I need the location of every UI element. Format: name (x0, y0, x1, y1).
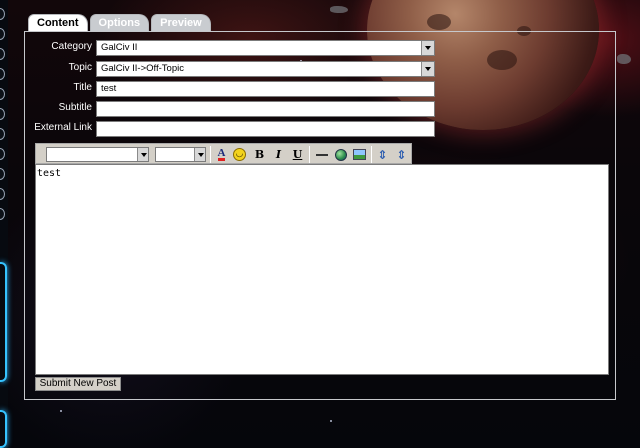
horizontal-rule-button[interactable] (313, 146, 330, 163)
category-label: Category (51, 41, 92, 52)
category-row: Category GalCiv II (25, 40, 615, 56)
chevron-down-icon[interactable] (421, 62, 434, 76)
title-input[interactable]: test (96, 81, 435, 97)
category-value: GalCiv II (101, 42, 138, 53)
font-color-button[interactable]: A (213, 146, 230, 163)
external-link-row: External Link (25, 121, 615, 137)
insert-link-button[interactable] (332, 146, 349, 163)
horizontal-rule-icon (315, 153, 328, 156)
smiley-button[interactable]: ◡ (231, 146, 248, 163)
underline-button[interactable]: U (289, 146, 306, 163)
smiley-icon: ◡ (233, 148, 246, 161)
bold-icon: B (254, 148, 265, 161)
post-form-panel: Category GalCiv II Topic GalCiv II->Off-… (24, 31, 616, 400)
tab-options[interactable]: Options (89, 14, 150, 31)
topic-select[interactable]: GalCiv II->Off-Topic (96, 61, 435, 77)
tab-content[interactable]: Content (28, 14, 88, 31)
subtitle-input[interactable] (96, 101, 435, 117)
topic-label: Topic (68, 62, 92, 73)
subtitle-row: Subtitle (25, 101, 615, 117)
editor-text: test (37, 168, 62, 179)
italic-icon: I (275, 148, 282, 161)
chevron-down-icon[interactable] (194, 148, 205, 161)
font-family-select[interactable] (46, 147, 149, 162)
title-row: Title test (25, 81, 615, 97)
tab-preview[interactable]: Preview (151, 14, 211, 31)
collapse-editor-button[interactable]: ⇕ (393, 146, 410, 163)
image-icon (353, 149, 366, 160)
left-sidebar-rail (0, 0, 8, 448)
topic-row: Topic GalCiv II->Off-Topic (25, 61, 615, 77)
italic-button[interactable]: I (270, 146, 287, 163)
insert-image-button[interactable] (351, 146, 368, 163)
chevron-down-icon[interactable] (421, 41, 434, 55)
font-size-select[interactable] (155, 147, 206, 162)
underline-icon: U (292, 148, 303, 161)
font-color-icon: A (217, 147, 226, 161)
title-label: Title (73, 82, 92, 93)
expand-icon: ⇕ (377, 147, 388, 162)
bold-button[interactable]: B (251, 146, 268, 163)
collapse-icon: ⇕ (396, 147, 407, 162)
submit-new-post-button[interactable]: Submit New Post (35, 377, 121, 391)
post-body-editor[interactable]: test (35, 164, 609, 375)
chevron-down-icon[interactable] (137, 148, 148, 161)
subtitle-label: Subtitle (58, 102, 92, 113)
editor-toolbar: A ◡ B I U ⇕ ⇕ (35, 143, 412, 164)
expand-editor-button[interactable]: ⇕ (374, 146, 391, 163)
topic-value: GalCiv II->Off-Topic (101, 63, 184, 74)
editor-tabs: Content Options Preview (28, 14, 213, 32)
external-link-label: External Link (34, 122, 92, 133)
external-link-input[interactable] (96, 121, 435, 137)
globe-icon (334, 148, 347, 161)
category-select[interactable]: GalCiv II (96, 40, 435, 56)
